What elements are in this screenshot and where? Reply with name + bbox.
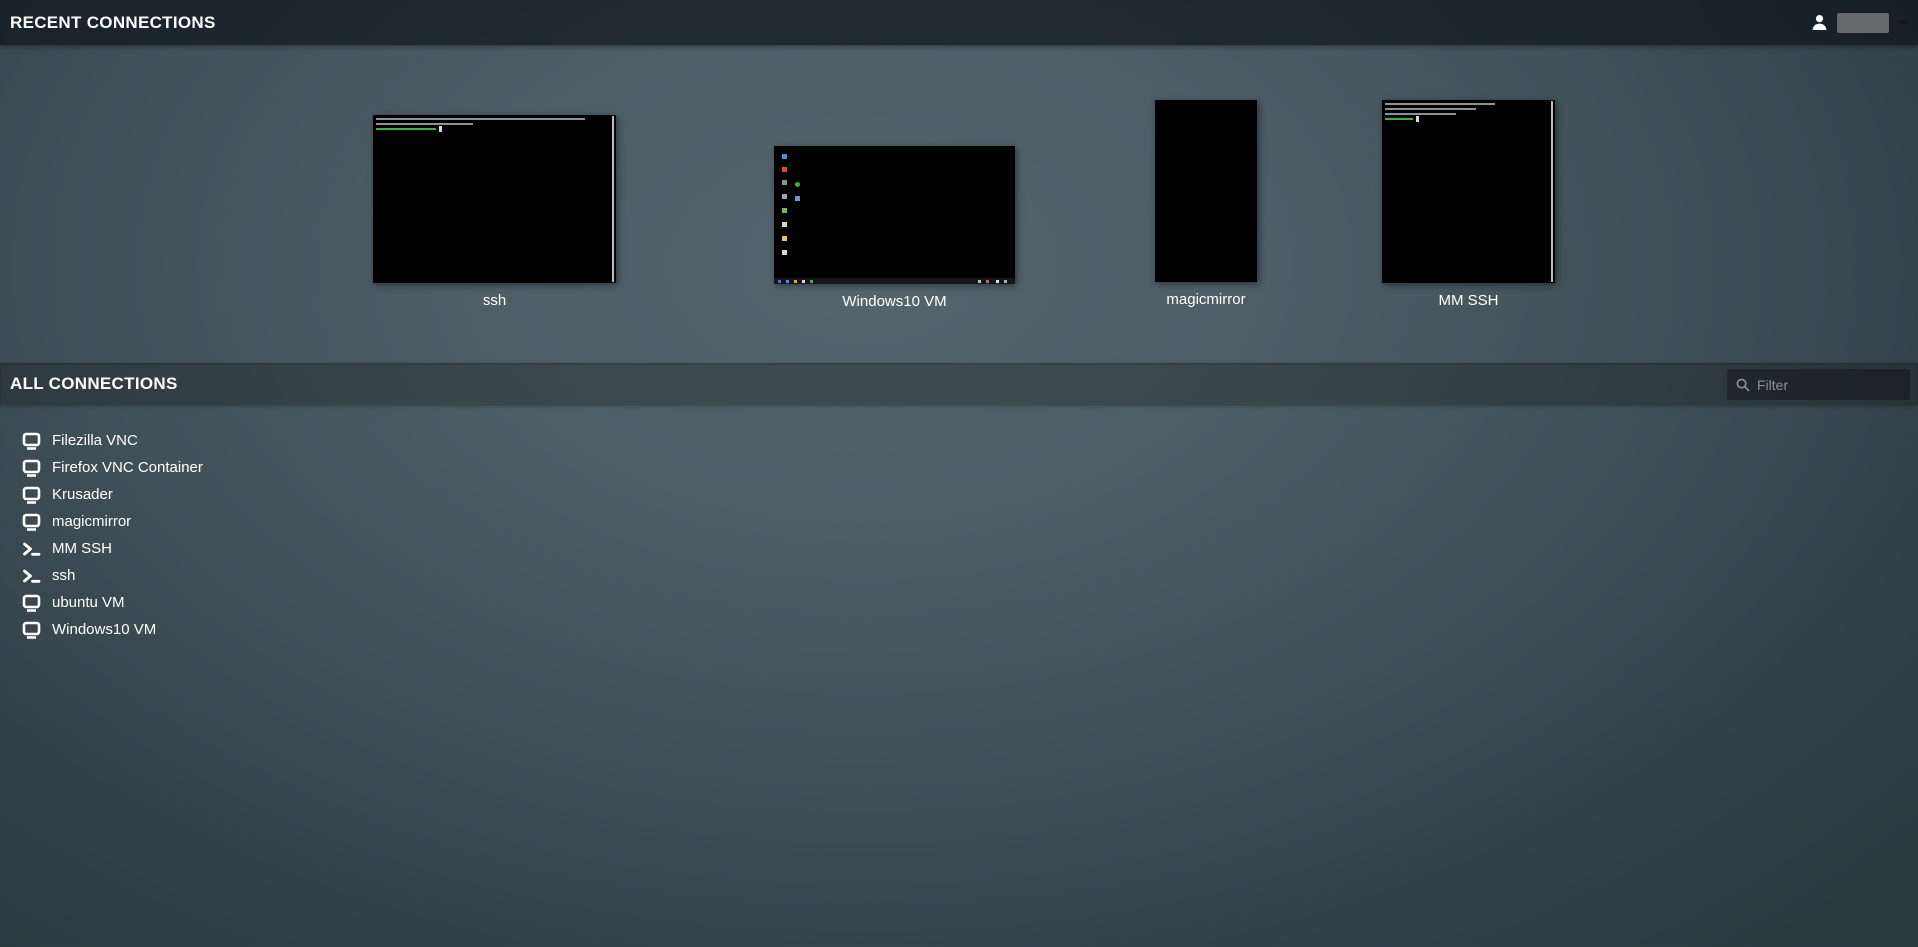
monitor-icon (22, 594, 41, 612)
terminal-scrollbar (612, 116, 614, 282)
username-redacted (1837, 13, 1889, 33)
recent-connection-ssh[interactable]: ssh (373, 115, 616, 283)
terminal-icon (22, 540, 41, 558)
monitor-icon (22, 486, 41, 504)
recent-connections-header-bar: RECENT CONNECTIONS (0, 0, 1918, 45)
monitor-icon (22, 513, 41, 531)
connection-item-ubuntu-vm[interactable]: ubuntu VM (16, 589, 203, 616)
recent-connection-windows10-vm[interactable]: Windows10 VM (774, 146, 1015, 284)
windows-desktop-thumbnail (774, 146, 1015, 284)
monitor-icon (22, 621, 41, 639)
terminal-icon (22, 567, 41, 585)
user-icon (1811, 14, 1828, 31)
connection-name: MM SSH (52, 540, 112, 557)
monitor-icon (22, 459, 41, 477)
terminal-scrollbar (1551, 101, 1553, 282)
connection-item-firefox-vnc-container[interactable]: Firefox VNC Container (16, 454, 203, 481)
connection-name: Firefox VNC Container (52, 459, 203, 476)
recent-connection-label: magicmirror (1115, 291, 1297, 308)
filter-input[interactable] (1757, 377, 1918, 393)
terminal-output-lines (376, 118, 608, 133)
ssh-terminal-thumbnail (1382, 100, 1555, 283)
recent-connection-label: MM SSH (1342, 292, 1595, 309)
recent-connections-title: RECENT CONNECTIONS (10, 13, 216, 33)
recent-connection-label: Windows10 VM (734, 293, 1055, 310)
blank-screen-thumbnail (1155, 100, 1257, 282)
connection-name: ubuntu VM (52, 594, 125, 611)
connection-item-windows10-vm[interactable]: Windows10 VM (16, 616, 203, 643)
connection-name: Krusader (52, 486, 113, 503)
recent-connection-mm-ssh[interactable]: MM SSH (1382, 100, 1555, 283)
all-connections-header-bar: ALL CONNECTIONS (0, 363, 1918, 405)
connection-name: magicmirror (52, 513, 131, 530)
all-connections-list: Filezilla VNC Firefox VNC Container Krus… (16, 427, 203, 643)
search-icon (1736, 378, 1750, 392)
recent-connection-label: ssh (333, 292, 656, 309)
connection-item-magicmirror[interactable]: magicmirror (16, 508, 203, 535)
ssh-terminal-thumbnail (373, 115, 616, 283)
connection-item-ssh[interactable]: ssh (16, 562, 203, 589)
connection-name: ssh (52, 567, 75, 584)
connection-item-krusader[interactable]: Krusader (16, 481, 203, 508)
connection-item-filezilla-vnc[interactable]: Filezilla VNC (16, 427, 203, 454)
connection-item-mm-ssh[interactable]: MM SSH (16, 535, 203, 562)
recent-connection-magicmirror[interactable]: magicmirror (1155, 100, 1257, 282)
filter-field[interactable] (1727, 369, 1910, 400)
chevron-down-icon (1898, 20, 1908, 26)
all-connections-title: ALL CONNECTIONS (10, 374, 178, 394)
connection-name: Filezilla VNC (52, 432, 138, 449)
terminal-output-lines (1385, 103, 1547, 123)
user-menu-button[interactable] (1807, 0, 1912, 45)
monitor-icon (22, 432, 41, 450)
windows-taskbar (774, 278, 1015, 284)
connection-name: Windows10 VM (52, 621, 156, 638)
